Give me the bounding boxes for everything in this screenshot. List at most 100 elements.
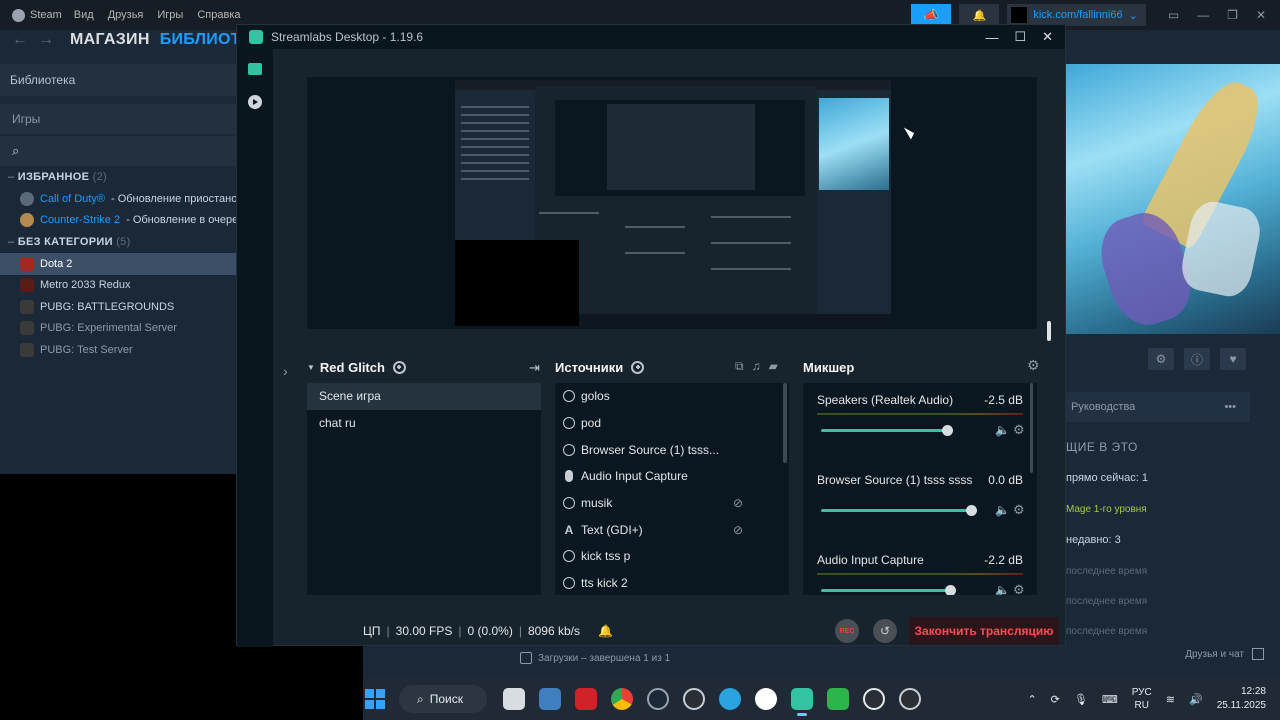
obs-icon[interactable]	[683, 688, 705, 710]
game-item-selected[interactable]: Dota 2	[0, 253, 236, 275]
telegram-icon[interactable]	[719, 688, 741, 710]
category-favorites[interactable]: – ИЗБРАННОЕ (2)	[0, 166, 236, 188]
category-uncategorized[interactable]: – БЕЗ КАТЕГОРИИ (5)	[0, 231, 236, 253]
gear-icon[interactable]: ⚙	[1013, 582, 1025, 595]
yandex-browser-icon[interactable]	[755, 688, 777, 710]
eye-hidden-icon[interactable]: ⊘	[733, 496, 743, 510]
game-item[interactable]: PUBG: Experimental Server	[0, 318, 236, 340]
record-button[interactable]: REC	[835, 619, 859, 643]
steam-icon[interactable]	[647, 688, 669, 710]
source-item[interactable]: golos	[555, 383, 789, 410]
speaker-icon[interactable]: 🔈	[995, 423, 1010, 437]
scene-item[interactable]: Scene игра	[307, 383, 541, 410]
menu-games[interactable]: Игры	[157, 9, 183, 21]
info-icon[interactable]: ⓘ	[1184, 348, 1210, 370]
mixer-settings-icon[interactable]: ⚙	[1027, 357, 1040, 374]
chevron-right-icon[interactable]: ›	[283, 363, 288, 379]
source-item[interactable]: tts kick 2	[555, 570, 789, 595]
guides-tab[interactable]: Руководства •••	[1066, 392, 1250, 422]
source-item[interactable]: musik ⊘	[555, 490, 789, 517]
source-item[interactable]: Browser Source (1) tsss...	[555, 436, 789, 463]
menu-help[interactable]: Справка	[197, 9, 240, 21]
notifications-button[interactable]: 🔔	[959, 4, 1000, 26]
game-item[interactable]: Call of Duty® - Обновление приостано	[0, 188, 236, 210]
heart-icon[interactable]: ♥	[1220, 348, 1246, 370]
friends-chat-button[interactable]: Друзья и чат	[1185, 648, 1264, 660]
add-source-icon[interactable]	[631, 360, 645, 374]
eye-hidden-icon[interactable]: ⊘	[733, 523, 743, 537]
minimize-icon[interactable]: —	[1197, 8, 1209, 22]
clock[interactable]: 12:28 25.11.2025	[1217, 685, 1266, 713]
gear-icon[interactable]: ⚙	[1013, 502, 1025, 518]
collapse-icon[interactable]: ▼	[307, 363, 315, 372]
volume-slider-knob[interactable]	[942, 425, 953, 436]
streamlabs-icon[interactable]	[791, 688, 813, 716]
sources-scrollbar[interactable]	[783, 383, 787, 463]
maximize-icon[interactable]: ☐	[1014, 29, 1026, 45]
menu-friends[interactable]: Друзья	[108, 9, 144, 21]
source-item[interactable]: A Text (GDI+) ⊘	[555, 516, 789, 543]
scene-collection-name[interactable]: Red Glitch	[320, 360, 385, 375]
maximize-icon[interactable]: ❐	[1227, 8, 1238, 22]
game-item[interactable]: Counter-Strike 2 - Обновление в очере	[0, 210, 236, 232]
library-home[interactable]: Библиотека	[0, 64, 236, 96]
close-icon[interactable]: ✕	[1042, 29, 1053, 45]
scene-item[interactable]: chat ru	[307, 410, 541, 437]
audio-icon[interactable]: ♫	[752, 359, 761, 374]
microphone-icon[interactable]: 🎙	[1074, 693, 1088, 706]
library-search[interactable]: ⌕	[0, 136, 236, 166]
volume-slider-knob[interactable]	[966, 505, 977, 516]
mixer-scrollbar[interactable]	[1030, 383, 1033, 473]
game-item[interactable]: Metro 2033 Redux	[0, 275, 236, 297]
menu-view[interactable]: Вид	[74, 9, 94, 21]
speedometer-icon[interactable]	[899, 688, 921, 710]
file-explorer-icon[interactable]	[503, 688, 525, 710]
big-picture-icon[interactable]: ▭	[1168, 8, 1179, 22]
game-item[interactable]: PUBG: BATTLEGROUNDS	[0, 296, 236, 318]
games-filter[interactable]: Игры	[0, 104, 236, 134]
folder-icon[interactable]: ▰	[769, 359, 778, 374]
chevron-up-icon[interactable]: ⌃	[1027, 693, 1036, 706]
account-menu[interactable]: kick.com/fallinni66 ⌄	[1007, 4, 1146, 26]
sync-icon[interactable]: ⟳	[1051, 693, 1060, 706]
game-item[interactable]: PUBG: Test Server	[0, 339, 236, 361]
gear-icon[interactable]: ⚙	[1013, 422, 1025, 438]
minimize-icon[interactable]: —	[985, 30, 998, 45]
steam-logo[interactable]: Steam	[12, 8, 62, 22]
wifi-icon[interactable]: ≋	[1166, 693, 1175, 706]
windows-start-icon[interactable]	[365, 689, 385, 709]
source-item[interactable]: pod	[555, 410, 789, 437]
replay-buffer-button[interactable]: ↺	[873, 619, 897, 643]
volume-icon[interactable]: 🔊	[1189, 693, 1203, 706]
forward-arrow-icon[interactable]: →	[38, 31, 54, 49]
preview-resize-handle[interactable]	[1047, 321, 1051, 341]
editor-camera-icon[interactable]	[248, 63, 262, 75]
announcements-button[interactable]: 📣	[911, 4, 952, 26]
power-app-icon[interactable]	[575, 688, 597, 710]
source-item[interactable]: Audio Input Capture	[555, 463, 789, 490]
photos-icon[interactable]	[539, 688, 561, 710]
end-stream-button[interactable]: Закончить трансляцию	[909, 617, 1059, 645]
stream-preview[interactable]	[307, 77, 1051, 341]
taskbar-search[interactable]: ⌕ Поиск	[399, 685, 487, 713]
close-icon[interactable]: ✕	[1256, 8, 1266, 22]
chatgpt-icon[interactable]	[863, 688, 885, 710]
language-indicator[interactable]: РУС RU	[1132, 686, 1152, 712]
more-icon[interactable]: •••	[1224, 392, 1236, 422]
overlay-icon[interactable]: ⧉	[735, 359, 744, 374]
gear-icon[interactable]: ⚙	[1148, 348, 1174, 370]
scene-transitions-icon[interactable]: ⇥	[529, 360, 540, 376]
bell-icon[interactable]: 🔔	[598, 624, 613, 638]
back-arrow-icon[interactable]: ←	[12, 31, 28, 49]
nav-store[interactable]: МАГАЗИН	[70, 31, 150, 49]
downloads-status[interactable]: Загрузки – завершена 1 из 1	[520, 648, 670, 668]
speaker-icon[interactable]: 🔈	[995, 503, 1010, 517]
chrome-icon[interactable]	[611, 688, 633, 710]
game-app-icon[interactable]	[827, 688, 849, 710]
play-icon[interactable]	[248, 95, 262, 109]
add-scene-icon[interactable]	[392, 360, 406, 374]
source-item[interactable]: kick tss p	[555, 543, 789, 570]
volume-slider-knob[interactable]	[945, 585, 956, 595]
keyboard-icon[interactable]: ⌨	[1102, 693, 1118, 706]
speaker-icon[interactable]: 🔈	[995, 583, 1010, 595]
